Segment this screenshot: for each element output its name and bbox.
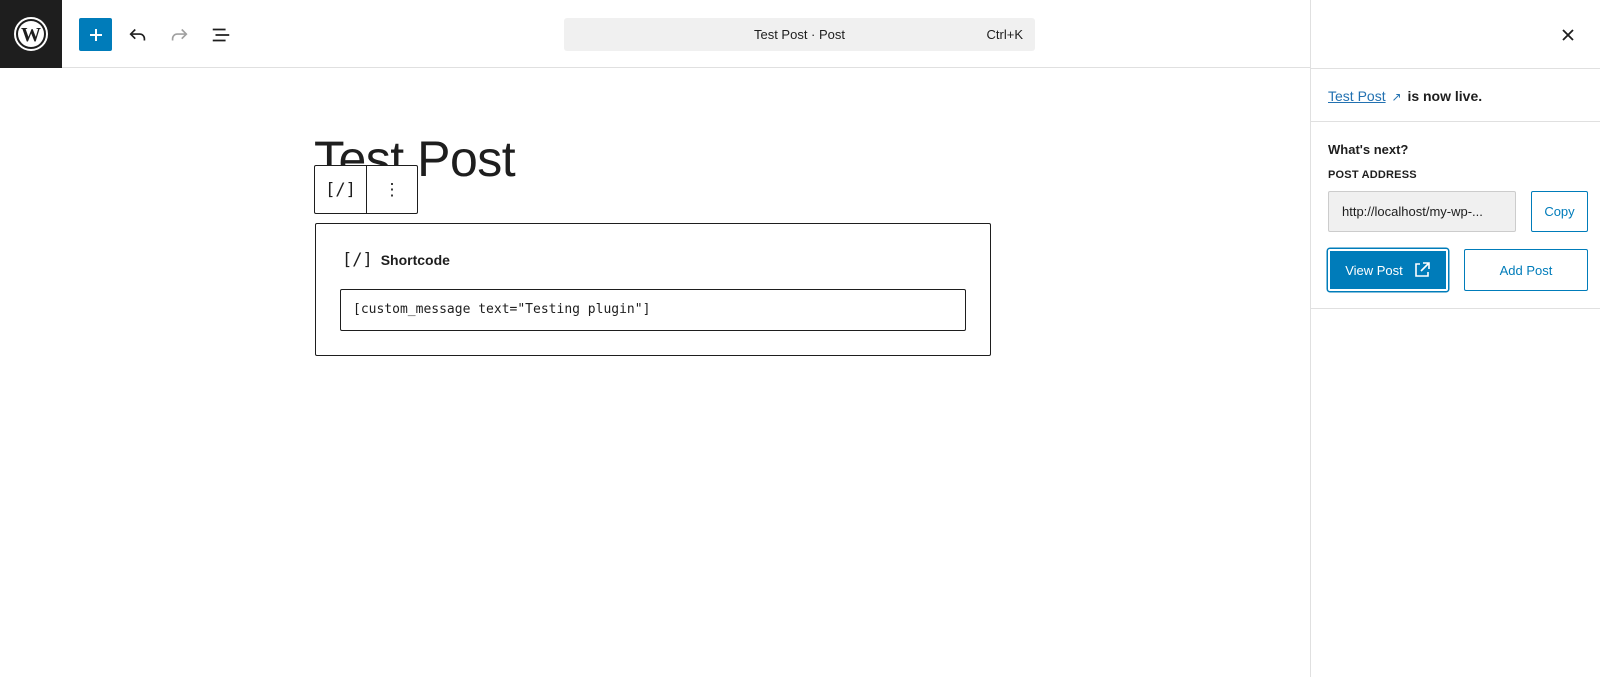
post-live-link[interactable]: Test Post xyxy=(1328,88,1386,104)
document-overview-button[interactable] xyxy=(204,18,237,51)
sidebar-header-divider xyxy=(1311,68,1600,69)
undo-button[interactable] xyxy=(121,18,154,51)
post-address-label: POST ADDRESS xyxy=(1328,169,1417,181)
post-publish-panel: Test Post ↗ is now live. What's next? PO… xyxy=(1310,0,1600,677)
sidebar-divider xyxy=(1311,308,1600,309)
copy-address-button[interactable]: Copy xyxy=(1531,191,1588,232)
post-live-notice: Test Post ↗ is now live. xyxy=(1328,88,1482,104)
post-address-field[interactable]: http://localhost/my-wp-... xyxy=(1328,191,1516,232)
undo-icon xyxy=(128,28,145,40)
add-block-button[interactable] xyxy=(79,18,112,51)
view-post-label: View Post xyxy=(1345,262,1403,278)
wordpress-logo-icon[interactable]: W xyxy=(0,0,62,68)
svg-text:W: W xyxy=(21,24,41,46)
command-palette-bar[interactable]: Test Post · Post Ctrl+K xyxy=(564,18,1035,51)
command-bar-shortcut: Ctrl+K xyxy=(986,27,1023,42)
plus-icon xyxy=(89,28,102,41)
list-view-icon xyxy=(212,28,229,41)
redo-icon xyxy=(171,28,188,40)
view-post-button[interactable]: View Post xyxy=(1328,249,1448,291)
add-post-button[interactable]: Add Post xyxy=(1464,249,1588,291)
block-toolbar: [/] ⋮ xyxy=(314,165,418,214)
editor-canvas: Test Post [/] ⋮ [/] Shortcode [custom_me… xyxy=(0,68,1310,677)
post-live-suffix: is now live. xyxy=(1407,88,1483,104)
editor-header: W Test Post · Post Ctrl+K xyxy=(0,0,1310,68)
external-link-icon: ↗ xyxy=(1391,90,1402,104)
shortcode-label-text: Shortcode xyxy=(380,252,450,268)
redo-button[interactable] xyxy=(162,18,195,51)
shortcode-icon: [/] xyxy=(342,250,373,270)
command-bar-title: Test Post · Post xyxy=(753,27,846,42)
shortcode-block-label: [/] Shortcode xyxy=(342,250,450,270)
close-icon xyxy=(1561,28,1574,41)
block-options-button[interactable]: ⋮ xyxy=(366,166,417,213)
close-panel-button[interactable] xyxy=(1551,18,1584,51)
external-link-icon xyxy=(1414,262,1430,277)
shortcode-input[interactable]: [custom_message text="Testing plugin"] xyxy=(340,289,966,331)
shortcode-block[interactable]: [/] Shortcode [custom_message text="Test… xyxy=(315,223,991,356)
block-type-button[interactable]: [/] xyxy=(315,166,366,213)
sidebar-divider xyxy=(1311,121,1600,122)
whats-next-heading: What's next? xyxy=(1328,142,1409,157)
